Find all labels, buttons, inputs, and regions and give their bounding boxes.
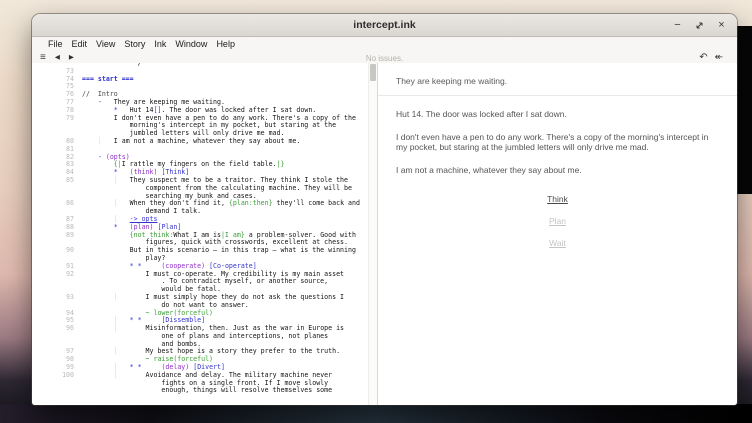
story-paragraphs: Hut 14. The door was locked after I sat …	[378, 109, 737, 175]
line-number: 84	[66, 168, 74, 177]
line-number	[32, 333, 82, 341]
undo-turn-icon[interactable]: ↶	[699, 53, 707, 63]
line-number	[32, 208, 82, 216]
line-number: 81	[66, 144, 74, 153]
inky-window: intercept.ink − × File Edit View Story Ink Wi…	[32, 14, 737, 405]
menu-ink[interactable]: Ink	[154, 39, 166, 49]
line-number: 90	[66, 246, 74, 255]
line-number	[32, 341, 82, 349]
menu-story[interactable]: Story	[124, 39, 145, 49]
restart-story-icon[interactable]: ↞	[715, 53, 723, 63]
story-paragraph: They are keeping me waiting.	[396, 76, 508, 86]
menubar: File Edit View Story Ink Window Help	[32, 37, 737, 51]
code-line: 80 │ I am not a machine, whatever they s…	[32, 136, 368, 146]
line-number: 75	[66, 82, 74, 91]
line-number	[32, 286, 82, 294]
line-number: 73	[66, 66, 74, 75]
line-number	[32, 302, 82, 310]
restore-button[interactable]	[694, 21, 705, 30]
line-number: 93	[66, 292, 74, 301]
line-number	[32, 185, 82, 193]
story-paragraph: I am not a machine, whatever they say ab…	[396, 165, 582, 175]
window-controls: − ×	[672, 14, 727, 36]
line-number: 74	[66, 74, 74, 83]
line-number	[32, 193, 82, 201]
line-number: 82	[66, 152, 74, 161]
menu-help[interactable]: Help	[216, 39, 235, 49]
line-number: 92	[66, 269, 74, 278]
line-number: 78	[66, 105, 74, 114]
line-number: 95	[66, 316, 74, 325]
menu-file[interactable]: File	[48, 39, 63, 49]
line-number: 98	[66, 355, 74, 364]
window-title: intercept.ink	[353, 19, 416, 31]
menu-edit[interactable]: Edit	[72, 39, 88, 49]
choice-row: Think	[378, 194, 737, 204]
editor-scrollbar-thumb[interactable]	[370, 64, 376, 81]
menu-window[interactable]: Window	[175, 39, 207, 49]
line-number	[32, 130, 82, 138]
line-number: 88	[66, 222, 74, 231]
choice-plan[interactable]: Plan	[549, 216, 566, 226]
line-number	[32, 122, 82, 130]
line-number: 86	[66, 199, 74, 208]
story-preview-pane: They are keeping me waiting. Hut 14. The…	[377, 63, 737, 405]
close-button[interactable]: ×	[716, 19, 727, 31]
choice-row: Plan	[378, 216, 737, 226]
editor-scrollbar[interactable]	[368, 63, 377, 405]
line-number: 83	[66, 160, 74, 169]
line-number: 89	[66, 230, 74, 239]
choice-list: Think Plan Wait	[378, 194, 737, 248]
line-number: 79	[66, 113, 74, 122]
line-number: 77	[66, 97, 74, 106]
main-content: /73 74 === start === 75 76// Intro 77 - They …	[32, 63, 737, 405]
choice-row: Wait	[378, 238, 737, 248]
line-number: 91	[66, 261, 74, 270]
toolbar-left-group: ≡ ◀ ▶	[40, 53, 74, 63]
code-line: 74 === start ===	[32, 74, 368, 84]
line-number: 96	[66, 324, 74, 333]
sidebar-toggle-icon[interactable]: ≡	[40, 53, 46, 63]
line-number: 76	[66, 90, 74, 99]
line-number: 99	[66, 363, 74, 372]
minimize-button[interactable]: −	[672, 19, 683, 31]
line-number: 94	[66, 308, 74, 317]
line-number: 87	[66, 214, 74, 223]
nav-forward-icon[interactable]: ▶	[69, 54, 74, 62]
nav-back-icon[interactable]: ◀	[55, 54, 60, 62]
code-line: enough, things will resolve themselves s…	[32, 387, 368, 395]
story-paragraph: Hut 14. The door was locked after I sat …	[396, 109, 567, 119]
line-number: 80	[66, 136, 74, 145]
line-number	[32, 278, 82, 286]
line-number: 85	[66, 175, 74, 184]
line-number	[32, 255, 82, 263]
line-number: 100	[62, 370, 74, 379]
issues-status: No issues.	[365, 53, 404, 63]
line-number	[32, 380, 82, 388]
choice-think[interactable]: Think	[547, 194, 568, 204]
choice-wait[interactable]: Wait	[549, 238, 566, 248]
wallpaper-water-band	[0, 404, 752, 423]
titlebar[interactable]: intercept.ink − ×	[32, 14, 737, 37]
restore-icon	[696, 21, 703, 29]
line-number	[32, 239, 82, 247]
line-number	[32, 387, 82, 395]
code-editor[interactable]: /73 74 === start === 75 76// Intro 77 - They …	[32, 63, 368, 405]
toolbar-right-group: ↶ ↞	[699, 53, 723, 63]
turn-separator	[378, 95, 737, 96]
menu-view[interactable]: View	[96, 39, 115, 49]
story-paragraph: I don't even have a pen to do any work. …	[396, 132, 709, 152]
line-number: 97	[66, 347, 74, 356]
code-lines: /73 74 === start === 75 76// Intro 77 - They …	[32, 63, 368, 395]
wallpaper-dark-strip	[736, 26, 752, 194]
